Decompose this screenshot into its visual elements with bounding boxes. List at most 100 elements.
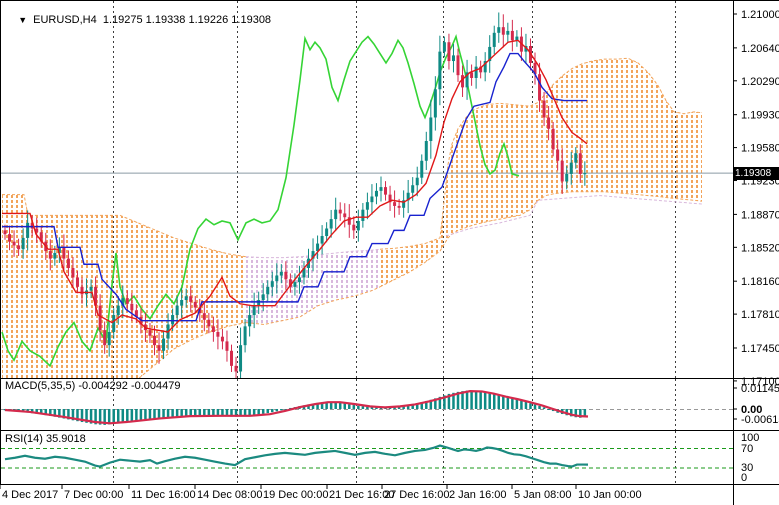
macd-histogram-bar [171,409,174,417]
macd-histogram-bar [547,409,550,410]
candle-body [411,185,414,193]
price-axis-label: 1.18160 [741,276,779,288]
candle-body [352,225,355,231]
macd-histogram-bar [475,391,478,409]
price-axis-label: 1.19930 [741,110,779,122]
candle-body [67,259,70,268]
price-axis-label: 1.20640 [741,43,779,55]
main-pane [1,12,733,486]
rsi-pane-title: RSI(14) 35.9018 [5,433,86,445]
macd-histogram-bar [348,404,351,409]
macd-histogram-bar [185,409,188,416]
candle-body [429,117,432,141]
candle-body [212,326,215,332]
time-axis[interactable]: 4 Dec 20177 Dec 00:0011 Dec 16:0014 Dec … [0,485,642,501]
candle-body [561,161,564,182]
price-axis-label: 1.17810 [741,309,779,321]
candle-body [71,268,74,277]
macd-histogram-bar [525,402,528,409]
macd-histogram-bar [262,409,265,414]
candle-body [230,351,233,366]
macd-histogram-bar [194,409,197,415]
candle-body [271,281,274,287]
candle-body [452,55,455,61]
price-axis-label: 1.20290 [741,76,779,88]
price-axis[interactable]: 1.210001.206401.202901.199301.195801.192… [733,9,779,484]
macd-histogram-bar [362,406,365,409]
ohlc-title-text: EURUSD,H4 1.19275 1.19338 1.19226 1.1930… [33,14,271,26]
candle-body [262,294,265,300]
candle-body [393,202,396,206]
candle-body [416,178,419,186]
macd-histogram-bar [538,406,541,409]
candle-body [8,234,11,242]
candle-body [398,206,401,208]
macd-histogram-bar [266,409,269,413]
candle-body [153,336,156,345]
candle-body [343,213,346,217]
macd-histogram-bar [276,409,279,411]
rsi-pane [1,446,733,468]
macd-histogram-bar [212,409,215,416]
candle-body [293,282,296,287]
macd-histogram-bar [507,398,510,409]
price-axis-label: 1.18520 [741,242,779,254]
macd-histogram-bar [248,409,251,416]
candle-body [244,326,247,345]
macd-histogram-bar [271,409,274,412]
macd-histogram-bar [117,409,120,423]
candle-body [49,251,52,259]
symbol-dropdown-arrow[interactable]: ▼ [18,15,27,25]
candle-body [384,187,387,195]
price-axis-label: 1.17450 [741,343,779,355]
candle-body [17,245,20,249]
candle-body [497,27,500,33]
candle-body [189,296,192,302]
candle-body [103,330,106,345]
candle-body [26,223,29,238]
candle-body [425,141,428,161]
chart-ohlc-title: ▼ EURUSD,H4 1.19275 1.19338 1.19226 1.193… [6,2,271,38]
candle-body [443,42,446,51]
macd-histogram-bar [122,409,125,422]
macd-histogram-bar [153,409,156,418]
chart-canvas[interactable]: 1.210001.206401.202901.199301.195801.192… [0,0,779,505]
price-axis-label: 1.19580 [741,143,779,155]
macd-histogram-bar [543,407,546,409]
macd-histogram-bar [126,409,129,422]
macd-histogram-bar [353,405,356,409]
time-axis-label: 19 Dec 00:00 [263,489,328,501]
candle-body [366,202,369,210]
current-price-tag: 1.19308 [733,167,779,180]
candle-body [239,345,242,371]
candle-body [180,300,183,306]
senkou-span-bottom [380,192,702,287]
candle-body [361,210,364,221]
candle-body [22,238,25,249]
time-axis-label: 11 Dec 16:00 [131,489,196,501]
macd-histogram-bar [112,409,115,424]
candle-body [379,187,382,191]
candle-body [221,337,224,342]
candle-body [334,210,337,219]
macd-histogram-bar [253,409,256,415]
candle-body [90,287,93,291]
candle-body [552,129,555,150]
candle-body [298,277,301,282]
candle-body [76,277,79,286]
candle-body [475,67,478,78]
macd-histogram-bar [167,409,170,417]
macd-histogram-bar [176,409,179,417]
candle-body [538,74,541,100]
candle-body [203,313,206,320]
candle-body [339,210,342,214]
macd-axis-label: -0.00615 [741,414,779,426]
macd-histogram-bar [498,396,501,409]
candle-body [171,315,174,324]
candle-body [502,27,505,35]
price-axis-label: 1.21000 [741,9,779,21]
candle-body [13,242,16,246]
macd-histogram-bar [203,409,206,415]
macd-histogram-bar [131,409,134,421]
macd-histogram-bar [162,409,165,418]
